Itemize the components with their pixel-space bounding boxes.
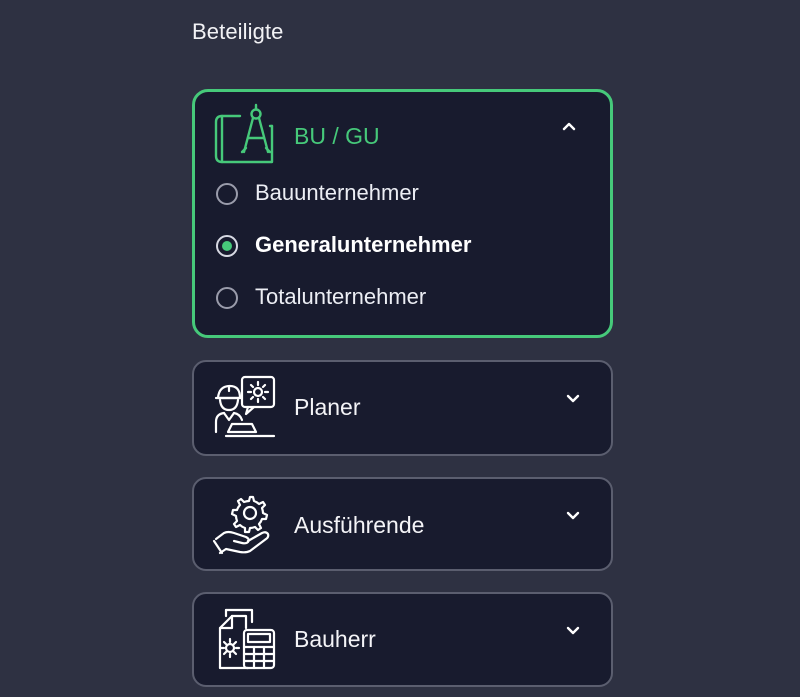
card-label: Planer [294, 394, 361, 420]
card-header-bauherr[interactable]: Bauherr [194, 594, 611, 686]
chevron-down-icon[interactable] [565, 392, 581, 404]
option-label: Totalunternehmer [255, 284, 427, 309]
card-planer[interactable]: Planer [192, 360, 613, 456]
option-totalunternehmer[interactable]: Totalunternehmer [215, 284, 595, 338]
card-header-planer[interactable]: Planer [194, 362, 611, 454]
card-label: BU / GU [294, 123, 380, 149]
card-header-bu-gu[interactable]: BU / GU [195, 92, 610, 184]
radio-button-checked[interactable] [216, 235, 238, 257]
card-header-ausfuehrende[interactable]: Ausführende [194, 479, 611, 571]
card-ausfuehrende[interactable]: Ausführende [192, 477, 613, 571]
section-title: Beteiligte [192, 19, 284, 44]
hand-gear-icon [212, 495, 270, 555]
radio-group: Bauunternehmer Generalunternehmer Totalu… [215, 180, 595, 338]
option-label: Bauunternehmer [255, 180, 419, 205]
card-label: Bauherr [294, 626, 376, 652]
chevron-down-icon[interactable] [565, 624, 581, 636]
documents-calculator-icon [218, 608, 276, 670]
card-label: Ausführende [294, 512, 425, 538]
engineer-planner-icon [214, 375, 276, 438]
radio-button[interactable] [216, 183, 238, 205]
card-bauherr[interactable]: Bauherr [192, 592, 613, 687]
card-bu-gu: BU / GU Bauunternehmer Generalunternehme… [192, 89, 613, 338]
option-generalunternehmer[interactable]: Generalunternehmer [215, 232, 595, 286]
chevron-up-icon[interactable] [561, 120, 577, 132]
option-label: Generalunternehmer [255, 232, 472, 257]
blueprint-compass-icon [214, 103, 274, 164]
chevron-down-icon[interactable] [565, 509, 581, 521]
option-bauunternehmer[interactable]: Bauunternehmer [215, 180, 595, 234]
radio-button[interactable] [216, 287, 238, 309]
